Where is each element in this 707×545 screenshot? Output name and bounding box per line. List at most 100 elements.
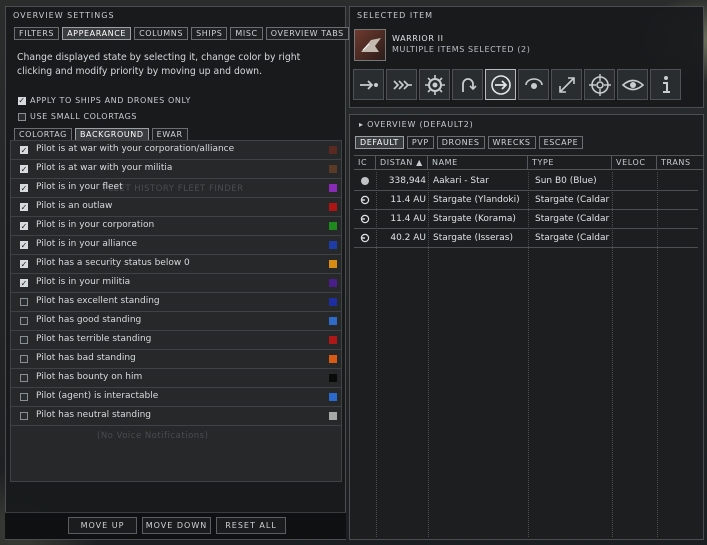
- color-swatch[interactable]: [329, 241, 337, 249]
- checkbox-unchecked-icon[interactable]: [20, 412, 28, 420]
- color-swatch[interactable]: [329, 412, 337, 420]
- checkbox-unchecked-icon[interactable]: [20, 355, 28, 363]
- state-row[interactable]: ✓ Pilot is in your corporation: [11, 217, 341, 236]
- checkbox-checked-icon[interactable]: ✓: [20, 279, 28, 287]
- action-buttons: [353, 69, 681, 100]
- state-label: Pilot is in your corporation: [36, 220, 155, 230]
- state-row[interactable]: ✓ Pilot is in your alliance: [11, 236, 341, 255]
- move-up-button[interactable]: MOVE UP: [68, 517, 137, 534]
- color-swatch[interactable]: [329, 355, 337, 363]
- option-label: APPLY TO SHIPS AND DRONES ONLY: [30, 96, 191, 105]
- orbit-icon[interactable]: [452, 69, 483, 100]
- ghost-fleet-tabs: FLEET HISTORY FLEET FINDER: [103, 184, 244, 194]
- state-label: Pilot has bad standing: [36, 353, 136, 363]
- state-row[interactable]: Pilot has good standing: [11, 312, 341, 331]
- tab-filters[interactable]: FILTERS: [14, 27, 60, 40]
- color-swatch[interactable]: [329, 279, 337, 287]
- tab-wrecks[interactable]: WRECKS: [487, 136, 536, 149]
- state-row[interactable]: Pilot (agent) is interactable: [11, 388, 341, 407]
- overview-title[interactable]: ▸ OVERVIEW (DEFAULT2): [359, 120, 474, 129]
- overview-tabs: DEFAULT PVP DRONES WRECKS ESCAPE: [355, 136, 584, 149]
- small-colortags-option[interactable]: USE SMALL COLORTAGS: [18, 112, 137, 121]
- column-distance-label: DISTAN: [380, 158, 413, 167]
- color-swatch[interactable]: [329, 374, 337, 382]
- overview-row[interactable]: 11.4 AU Stargate (Ylandoki) Stargate (Cald…: [354, 191, 698, 210]
- checkbox-unchecked-icon[interactable]: [20, 374, 28, 382]
- checkbox-unchecked-icon[interactable]: [20, 336, 28, 344]
- approach-icon[interactable]: [353, 69, 384, 100]
- state-row[interactable]: ✓ Pilot has a security status below 0: [11, 255, 341, 274]
- tab-pvp[interactable]: PVP: [406, 136, 434, 149]
- column-type[interactable]: TYPE: [528, 156, 612, 169]
- tab-default[interactable]: DEFAULT: [355, 136, 404, 149]
- state-row[interactable]: Pilot has neutral standing: [11, 407, 341, 426]
- tab-ships[interactable]: SHIPS: [191, 27, 228, 40]
- checkbox-unchecked-icon[interactable]: [20, 393, 28, 401]
- checkbox-checked-icon[interactable]: ✓: [20, 146, 28, 154]
- state-row[interactable]: Pilot has bounty on him: [11, 369, 341, 388]
- overview-row[interactable]: 40.2 AU Stargate (Isseras) Stargate (Calda…: [354, 229, 698, 248]
- jump-icon[interactable]: [485, 69, 516, 100]
- column-name[interactable]: NAME: [428, 156, 528, 169]
- reset-all-button[interactable]: RESET ALL: [216, 517, 286, 534]
- window-title: OVERVIEW SETTINGS: [13, 11, 115, 20]
- warp-to-icon[interactable]: [386, 69, 417, 100]
- column-icon[interactable]: IC: [354, 156, 376, 169]
- checkbox-checked-icon[interactable]: ✓: [20, 222, 28, 230]
- color-swatch[interactable]: [329, 203, 337, 211]
- column-velocity[interactable]: VELOC: [612, 156, 657, 169]
- row-distance: 11.4 AU: [390, 214, 426, 224]
- state-label: Pilot is in your alliance: [36, 239, 138, 249]
- keep-at-range-icon[interactable]: [518, 69, 549, 100]
- tab-appearance[interactable]: APPEARANCE: [62, 27, 132, 40]
- color-swatch[interactable]: [329, 298, 337, 306]
- tab-overview-tabs[interactable]: OVERVIEW TABS: [265, 27, 349, 40]
- state-row[interactable]: ✓ Pilot is in your militia: [11, 274, 341, 293]
- show-info-icon[interactable]: [650, 69, 681, 100]
- checkbox-checked-icon[interactable]: ✓: [20, 241, 28, 249]
- checkbox-checked-icon[interactable]: ✓: [20, 260, 28, 268]
- tab-drones[interactable]: DRONES: [436, 136, 485, 149]
- lock-target-icon[interactable]: [551, 69, 582, 100]
- overview-row[interactable]: 338,944 Aakari - Star Sun B0 (Blue): [354, 172, 698, 191]
- row-distance: 40.2 AU: [390, 233, 426, 243]
- state-row[interactable]: ✓ Pilot is an outlaw: [11, 198, 341, 217]
- column-transversal[interactable]: TRANS: [657, 156, 702, 169]
- overview-column-header: IC DISTAN ▲ NAME TYPE VELOC TRANS: [354, 155, 704, 170]
- color-swatch[interactable]: [329, 222, 337, 230]
- state-row[interactable]: ✓ Pilot is at war with your corporation/a…: [11, 141, 341, 160]
- tab-columns[interactable]: COLUMNS: [134, 27, 189, 40]
- state-row[interactable]: Pilot has bad standing: [11, 350, 341, 369]
- state-row[interactable]: ✓ Pilot is at war with your militia: [11, 160, 341, 179]
- align-to-icon[interactable]: [419, 69, 450, 100]
- color-swatch[interactable]: [329, 165, 337, 173]
- checkbox-checked-icon[interactable]: ✓: [18, 96, 26, 105]
- color-swatch[interactable]: [329, 260, 337, 268]
- color-swatch[interactable]: [329, 336, 337, 344]
- overview-grid: 338,944 Aakari - Star Sun B0 (Blue) 11.4 AU…: [354, 172, 704, 537]
- apply-ships-drones-option[interactable]: ✓ APPLY TO SHIPS AND DRONES ONLY: [18, 96, 191, 105]
- tab-escape[interactable]: ESCAPE: [538, 136, 584, 149]
- color-swatch[interactable]: [329, 317, 337, 325]
- overview-window: ▸ OVERVIEW (DEFAULT2) DEFAULT PVP DRONES…: [349, 114, 704, 540]
- checkbox-unchecked-icon[interactable]: [20, 298, 28, 306]
- column-distance[interactable]: DISTAN ▲: [376, 156, 428, 169]
- checkbox-checked-icon[interactable]: ✓: [20, 165, 28, 173]
- color-swatch[interactable]: [329, 393, 337, 401]
- overview-row[interactable]: 11.4 AU Stargate (Korama) Stargate (Caldar: [354, 210, 698, 229]
- state-row[interactable]: Pilot has excellent standing: [11, 293, 341, 312]
- tab-misc[interactable]: MISC: [230, 27, 263, 40]
- option-label: USE SMALL COLORTAGS: [30, 112, 138, 121]
- look-at-icon[interactable]: [617, 69, 648, 100]
- checkbox-checked-icon[interactable]: ✓: [20, 203, 28, 211]
- checkbox-unchecked-icon[interactable]: [18, 112, 26, 121]
- state-row[interactable]: Pilot has terrible standing: [11, 331, 341, 350]
- color-swatch[interactable]: [329, 184, 337, 192]
- checkbox-checked-icon[interactable]: ✓: [20, 184, 28, 192]
- state-label: Pilot is in your militia: [36, 277, 131, 287]
- ship-thumbnail[interactable]: [354, 29, 386, 61]
- target-reticle-icon[interactable]: [584, 69, 615, 100]
- move-down-button[interactable]: MOVE DOWN: [142, 517, 211, 534]
- checkbox-unchecked-icon[interactable]: [20, 317, 28, 325]
- color-swatch[interactable]: [329, 146, 337, 154]
